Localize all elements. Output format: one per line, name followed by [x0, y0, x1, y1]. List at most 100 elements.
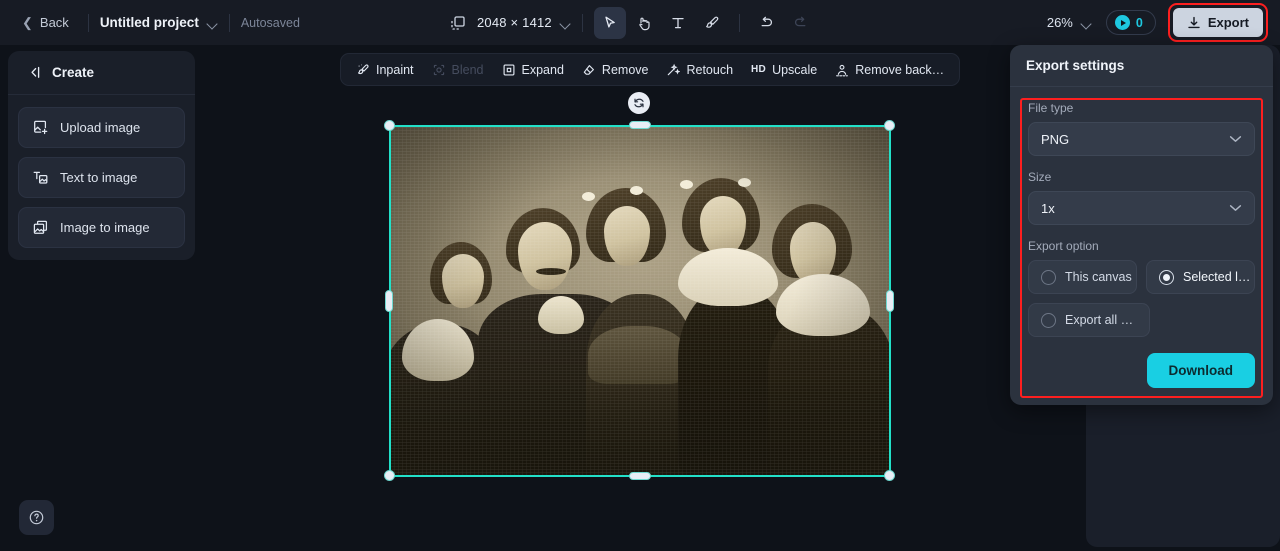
- resize-handle-bottom-right[interactable]: [884, 470, 895, 481]
- export-option-label-text: This canvas: [1065, 270, 1132, 284]
- help-button[interactable]: [19, 500, 54, 535]
- download-icon: [1187, 16, 1201, 30]
- size-select[interactable]: 1x: [1028, 191, 1255, 225]
- download-button[interactable]: Download: [1146, 353, 1255, 388]
- zoom-level[interactable]: 26%: [1047, 15, 1073, 30]
- eraser-icon: [582, 63, 596, 77]
- divider: [87, 13, 89, 32]
- edit-tool-label: Remove: [601, 62, 649, 77]
- sidebar-header-label: Create: [52, 65, 95, 80]
- edit-tool-blend[interactable]: Blend: [423, 58, 493, 82]
- radio-icon: [1041, 312, 1056, 328]
- divider: [581, 13, 583, 32]
- tool-group-primary: [593, 6, 728, 39]
- resize-handle-left[interactable]: [385, 290, 393, 312]
- divider: [738, 13, 740, 32]
- file-type-value: PNG: [1041, 131, 1070, 147]
- canvas-size-chevron-down-icon[interactable]: [561, 20, 571, 26]
- hand-tool[interactable]: [628, 7, 660, 39]
- resize-handle-top[interactable]: [629, 121, 651, 129]
- export-option-label: Export option: [1028, 239, 1099, 253]
- export-option-label-text: Export all …: [1065, 313, 1134, 327]
- sidebar-items: Upload image Text to image Image to imag…: [8, 95, 195, 248]
- export-settings-title: Export settings: [1026, 58, 1125, 73]
- edit-tool-label: Expand: [521, 62, 564, 77]
- edit-tool-retouch[interactable]: Retouch: [657, 58, 742, 82]
- family-portrait-photo: [390, 126, 890, 476]
- selected-image-object[interactable]: [384, 120, 895, 481]
- question-mark-icon: [28, 509, 45, 526]
- credits-count: 0: [1135, 15, 1143, 30]
- chevron-left-icon: ❮: [22, 15, 33, 30]
- text-tool[interactable]: [662, 7, 694, 39]
- export-settings-body: File type PNG Size 1x Export option This…: [1010, 87, 1273, 388]
- export-settings-header: Export settings: [1010, 45, 1273, 87]
- export-button-highlight: Export: [1167, 3, 1268, 42]
- edit-tool-remove-background[interactable]: Remove back…: [826, 58, 953, 82]
- chevron-down-icon[interactable]: [208, 20, 218, 26]
- image-to-image-icon: [32, 219, 49, 236]
- resize-handle-bottom[interactable]: [629, 472, 651, 480]
- brush-tool[interactable]: [696, 7, 728, 39]
- blend-icon: [432, 63, 446, 77]
- top-bar-left: ❮ Back Untitled project Autosaved: [0, 10, 300, 35]
- edit-tool-remove[interactable]: Remove: [573, 58, 658, 82]
- canvas-area[interactable]: Inpaint Blend Expand Remove Retouch HD U…: [195, 45, 1086, 551]
- export-option-label-text: Selected l…: [1183, 270, 1251, 284]
- edit-tool-label: Blend: [451, 62, 484, 77]
- export-option-export-all[interactable]: Export all …: [1028, 303, 1150, 337]
- edit-tool-inpaint[interactable]: Inpaint: [347, 58, 423, 82]
- export-button[interactable]: Export: [1172, 8, 1263, 37]
- resize-handle-top-left[interactable]: [384, 120, 395, 131]
- undo-button[interactable]: [751, 7, 783, 39]
- export-button-label: Export: [1207, 15, 1249, 30]
- canvas-dimensions[interactable]: 2048 × 1412: [477, 15, 552, 30]
- edit-tool-label: Remove back…: [855, 62, 945, 77]
- sidebar-item-label: Upload image: [60, 120, 141, 135]
- edit-tool-label: Inpaint: [376, 62, 414, 77]
- edit-tool-upscale[interactable]: HD Upscale: [742, 58, 826, 82]
- chevron-down-icon: [1229, 204, 1242, 212]
- hd-icon: HD: [751, 64, 767, 75]
- edit-tool-label: Upscale: [772, 62, 818, 77]
- resize-handle-bottom-left[interactable]: [384, 470, 395, 481]
- tool-group-history: [751, 7, 817, 39]
- magic-wand-icon: [666, 63, 681, 77]
- canvas-size-icon: [450, 15, 466, 31]
- radio-icon: [1041, 269, 1056, 285]
- sidebar-item-label: Text to image: [60, 170, 138, 185]
- remove-background-icon: [835, 63, 849, 77]
- sidebar-item-upload-image[interactable]: Upload image: [18, 107, 185, 148]
- project-name[interactable]: Untitled project: [100, 15, 199, 30]
- select-tool[interactable]: [593, 6, 626, 39]
- top-bar-right: 26% 0 Export: [1047, 0, 1268, 45]
- left-sidebar: Create Upload image Text to image Image …: [8, 51, 195, 260]
- download-row: Download: [1028, 353, 1255, 388]
- redo-button[interactable]: [785, 7, 817, 39]
- top-bar: ❮ Back Untitled project Autosaved 2048 ×…: [0, 0, 1280, 45]
- export-option-this-canvas[interactable]: This canvas: [1028, 260, 1137, 294]
- credits-icon: [1114, 15, 1130, 30]
- export-settings-panel: Export settings File type PNG Size 1x Ex…: [1010, 45, 1273, 405]
- inpaint-brush-icon: [356, 63, 370, 77]
- chevron-down-icon: [1229, 135, 1242, 143]
- back-button[interactable]: ❮ Back: [14, 10, 77, 35]
- edit-tool-expand[interactable]: Expand: [493, 58, 573, 82]
- back-label: Back: [39, 15, 69, 30]
- resize-handle-top-right[interactable]: [884, 120, 895, 131]
- photo-grain: [390, 126, 890, 476]
- top-bar-center: 2048 × 1412: [450, 0, 817, 45]
- radio-icon-selected: [1159, 269, 1174, 285]
- credits-badge[interactable]: 0: [1105, 10, 1156, 35]
- file-type-select[interactable]: PNG: [1028, 122, 1255, 156]
- sidebar-collapse-header[interactable]: Create: [8, 51, 195, 95]
- sidebar-item-text-to-image[interactable]: Text to image: [18, 157, 185, 198]
- text-to-image-icon: [32, 169, 49, 186]
- zoom-chevron-down-icon[interactable]: [1082, 20, 1092, 26]
- export-option-row-1: This canvas Selected l…: [1028, 260, 1255, 294]
- resize-handle-right[interactable]: [886, 290, 894, 312]
- sidebar-item-label: Image to image: [60, 220, 150, 235]
- sidebar-item-image-to-image[interactable]: Image to image: [18, 207, 185, 248]
- export-option-selected-layer[interactable]: Selected l…: [1146, 260, 1255, 294]
- rotate-handle[interactable]: [628, 92, 650, 114]
